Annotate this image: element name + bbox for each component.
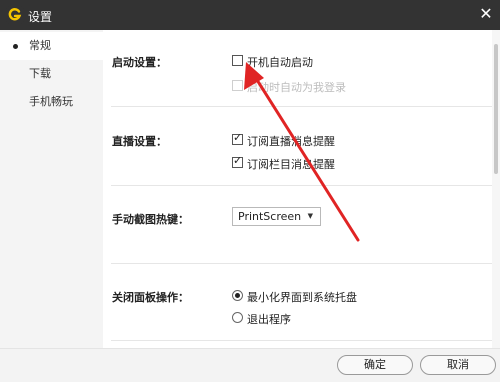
- startup-settings-label: 启动设置：: [112, 56, 167, 69]
- auto-login-label: 启动时自动为我登录: [247, 81, 346, 94]
- cancel-button-label: 取消: [447, 358, 469, 371]
- sidebar: 常规 下载 手机畅玩: [0, 30, 103, 382]
- live-settings-label: 直播设置：: [112, 135, 167, 148]
- auto-start-label[interactable]: 开机自动启动: [247, 54, 313, 70]
- ok-button[interactable]: 确定: [337, 355, 413, 375]
- divider: [111, 263, 492, 264]
- divider: [111, 106, 492, 107]
- sidebar-item-label: 手机畅玩: [29, 95, 73, 108]
- window-title: 设置: [28, 10, 53, 24]
- sidebar-item-label: 常规: [29, 39, 51, 52]
- minimize-to-tray-label[interactable]: 最小化界面到系统托盘: [247, 289, 357, 305]
- app-logo-icon: [6, 6, 24, 24]
- column-notify-checkbox[interactable]: [232, 154, 243, 168]
- active-dot-icon: [13, 44, 18, 49]
- sidebar-item-mobile-play[interactable]: 手机畅玩: [0, 88, 103, 116]
- exit-program-label[interactable]: 退出程序: [247, 311, 291, 327]
- settings-window: 设置 ✕ 常规 下载 手机畅玩 启动设置： 开机自动启动 启动时自动为我登录 直…: [0, 0, 500, 382]
- sidebar-item-download[interactable]: 下载: [0, 60, 103, 88]
- column-notify-label[interactable]: 订阅栏目消息提醒: [247, 156, 335, 172]
- sidebar-item-general[interactable]: 常规: [0, 32, 103, 60]
- live-notify-label[interactable]: 订阅直播消息提醒: [247, 133, 335, 149]
- close-button[interactable]: ✕: [476, 4, 496, 24]
- live-notify-checkbox[interactable]: [232, 131, 243, 145]
- auto-login-checkbox: [232, 80, 243, 91]
- ok-button-label: 确定: [364, 358, 386, 371]
- sidebar-item-label: 下载: [29, 67, 51, 80]
- screenshot-hotkey-label: 手动截图热键：: [112, 213, 189, 226]
- close-panel-label: 关闭面板操作：: [112, 291, 189, 304]
- footer-bar: 确定 取消: [0, 348, 500, 382]
- auto-start-checkbox[interactable]: [232, 55, 243, 66]
- exit-program-radio[interactable]: [232, 312, 243, 323]
- cancel-button[interactable]: 取消: [420, 355, 496, 375]
- scrollbar-thumb[interactable]: [494, 44, 498, 174]
- title-bar: 设置 ✕: [0, 0, 500, 30]
- minimize-to-tray-radio[interactable]: [232, 290, 243, 301]
- divider: [111, 340, 492, 341]
- divider: [111, 185, 492, 186]
- close-icon: ✕: [479, 4, 493, 23]
- hotkey-value: PrintScreen: [238, 210, 302, 223]
- hotkey-select[interactable]: PrintScreen ▼: [232, 207, 321, 226]
- caret-down-icon: ▼: [307, 212, 313, 220]
